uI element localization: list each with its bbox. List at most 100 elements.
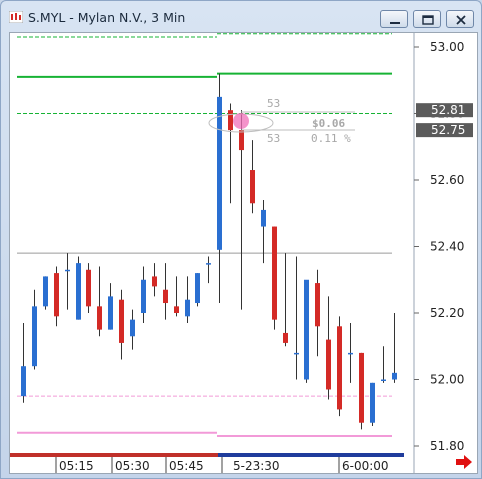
candle xyxy=(174,276,179,317)
candle-body xyxy=(141,279,146,313)
candle xyxy=(239,110,244,310)
candle xyxy=(326,296,331,400)
candle-body xyxy=(32,306,37,367)
candle-body xyxy=(108,296,113,330)
candle xyxy=(304,279,309,383)
candle-body xyxy=(250,170,255,204)
candle-body xyxy=(152,276,157,287)
candle-body xyxy=(348,352,353,355)
candle xyxy=(97,266,102,337)
candle xyxy=(272,226,277,330)
candle-body xyxy=(195,273,200,304)
close-icon xyxy=(456,15,466,25)
session-bar-blue xyxy=(218,453,404,457)
session-bar-red xyxy=(10,453,218,457)
candle-body xyxy=(163,289,168,304)
maximize-icon xyxy=(422,15,434,25)
candle-body xyxy=(217,96,222,250)
candle xyxy=(76,256,81,320)
candle xyxy=(86,263,91,313)
price-tag: 52.75 xyxy=(416,123,473,138)
candle-body xyxy=(43,276,48,307)
candle-body xyxy=(392,372,397,380)
candle xyxy=(108,283,113,330)
annotation-top-label: 53 xyxy=(267,97,280,110)
candle xyxy=(152,263,157,297)
app-chart-icon xyxy=(9,11,23,23)
x-tick-label: 05:15 xyxy=(59,459,94,473)
candle-body xyxy=(97,306,102,330)
y-tick-label: 52.20 xyxy=(430,306,464,320)
candle xyxy=(228,103,233,204)
candle-body xyxy=(174,306,179,313)
candle xyxy=(141,266,146,323)
scroll-right-arrow-icon[interactable] xyxy=(456,455,472,469)
title-bar[interactable]: S.MYL - Mylan N.V., 3 Min xyxy=(1,1,481,31)
candle xyxy=(43,276,48,310)
candle xyxy=(348,322,353,383)
candle-body xyxy=(206,263,211,265)
price-tag-label: 52.81 xyxy=(431,103,465,117)
candle-body xyxy=(119,299,124,343)
candle-body xyxy=(337,326,342,410)
candle xyxy=(315,269,320,357)
candle-body xyxy=(54,273,59,317)
candle xyxy=(185,276,190,323)
close-button[interactable] xyxy=(446,10,474,28)
candle-body xyxy=(370,382,375,423)
minimize-button[interactable] xyxy=(380,10,408,28)
candle-body xyxy=(326,339,331,390)
y-axis: 53.0052.8052.6052.4052.2052.0051.8052.81… xyxy=(414,40,473,453)
candle-body xyxy=(65,269,70,272)
candle xyxy=(217,73,222,304)
candle xyxy=(381,346,386,383)
candle-body xyxy=(76,263,81,320)
candle-body xyxy=(130,319,135,337)
price-tag-label: 52.75 xyxy=(431,123,465,137)
candle xyxy=(370,382,375,427)
annotation-percent: 0.11 % xyxy=(311,132,351,145)
candle xyxy=(130,309,135,350)
y-tick-label: 53.00 xyxy=(430,40,464,54)
minimize-icon xyxy=(390,22,400,24)
candle-body xyxy=(228,110,233,131)
x-tick-label: 6-00:00 xyxy=(342,459,389,473)
candle-body xyxy=(315,283,320,327)
candle-body xyxy=(381,379,386,381)
y-tick-label: 52.40 xyxy=(430,240,464,254)
candle xyxy=(119,289,124,360)
window-title: S.MYL - Mylan N.V., 3 Min xyxy=(28,10,186,25)
candle-body xyxy=(304,279,309,380)
chart-window: S.MYL - Mylan N.V., 3 Min 53 $0.06 53 0.… xyxy=(0,0,482,479)
candlestick-chart[interactable]: 53 $0.06 53 0.11 % 53.0052.8052.6052.405… xyxy=(9,32,478,474)
candle xyxy=(250,140,255,214)
candle xyxy=(21,322,26,403)
candle xyxy=(359,352,364,430)
candle xyxy=(206,256,211,284)
candle-body xyxy=(283,332,288,343)
candle xyxy=(392,313,397,383)
x-tick-label: 05:45 xyxy=(169,459,204,473)
annotation-change: $0.06 xyxy=(312,117,345,130)
candle xyxy=(283,253,288,347)
candle-body xyxy=(21,366,26,397)
candle xyxy=(32,289,37,370)
y-tick-label: 51.80 xyxy=(430,439,464,453)
x-tick-label: 05:30 xyxy=(115,459,150,473)
candle-body xyxy=(294,352,299,355)
x-axis: 05:15 05:30 05:45 5-23:30 6-00:00 xyxy=(55,457,389,473)
y-tick-label: 52.00 xyxy=(430,373,464,387)
candle xyxy=(54,266,59,327)
candle-body xyxy=(185,299,190,317)
candle xyxy=(65,253,70,310)
candle xyxy=(294,256,299,380)
candle-body xyxy=(359,352,364,423)
candle-body xyxy=(261,209,266,227)
candle xyxy=(163,263,168,320)
maximize-button[interactable] xyxy=(413,10,441,28)
annotation-bottom-label: 53 xyxy=(267,132,280,145)
candle-body xyxy=(86,269,91,307)
candle-body xyxy=(239,130,244,151)
highlight-marker xyxy=(233,113,249,129)
price-tag: 52.81 xyxy=(416,103,473,118)
